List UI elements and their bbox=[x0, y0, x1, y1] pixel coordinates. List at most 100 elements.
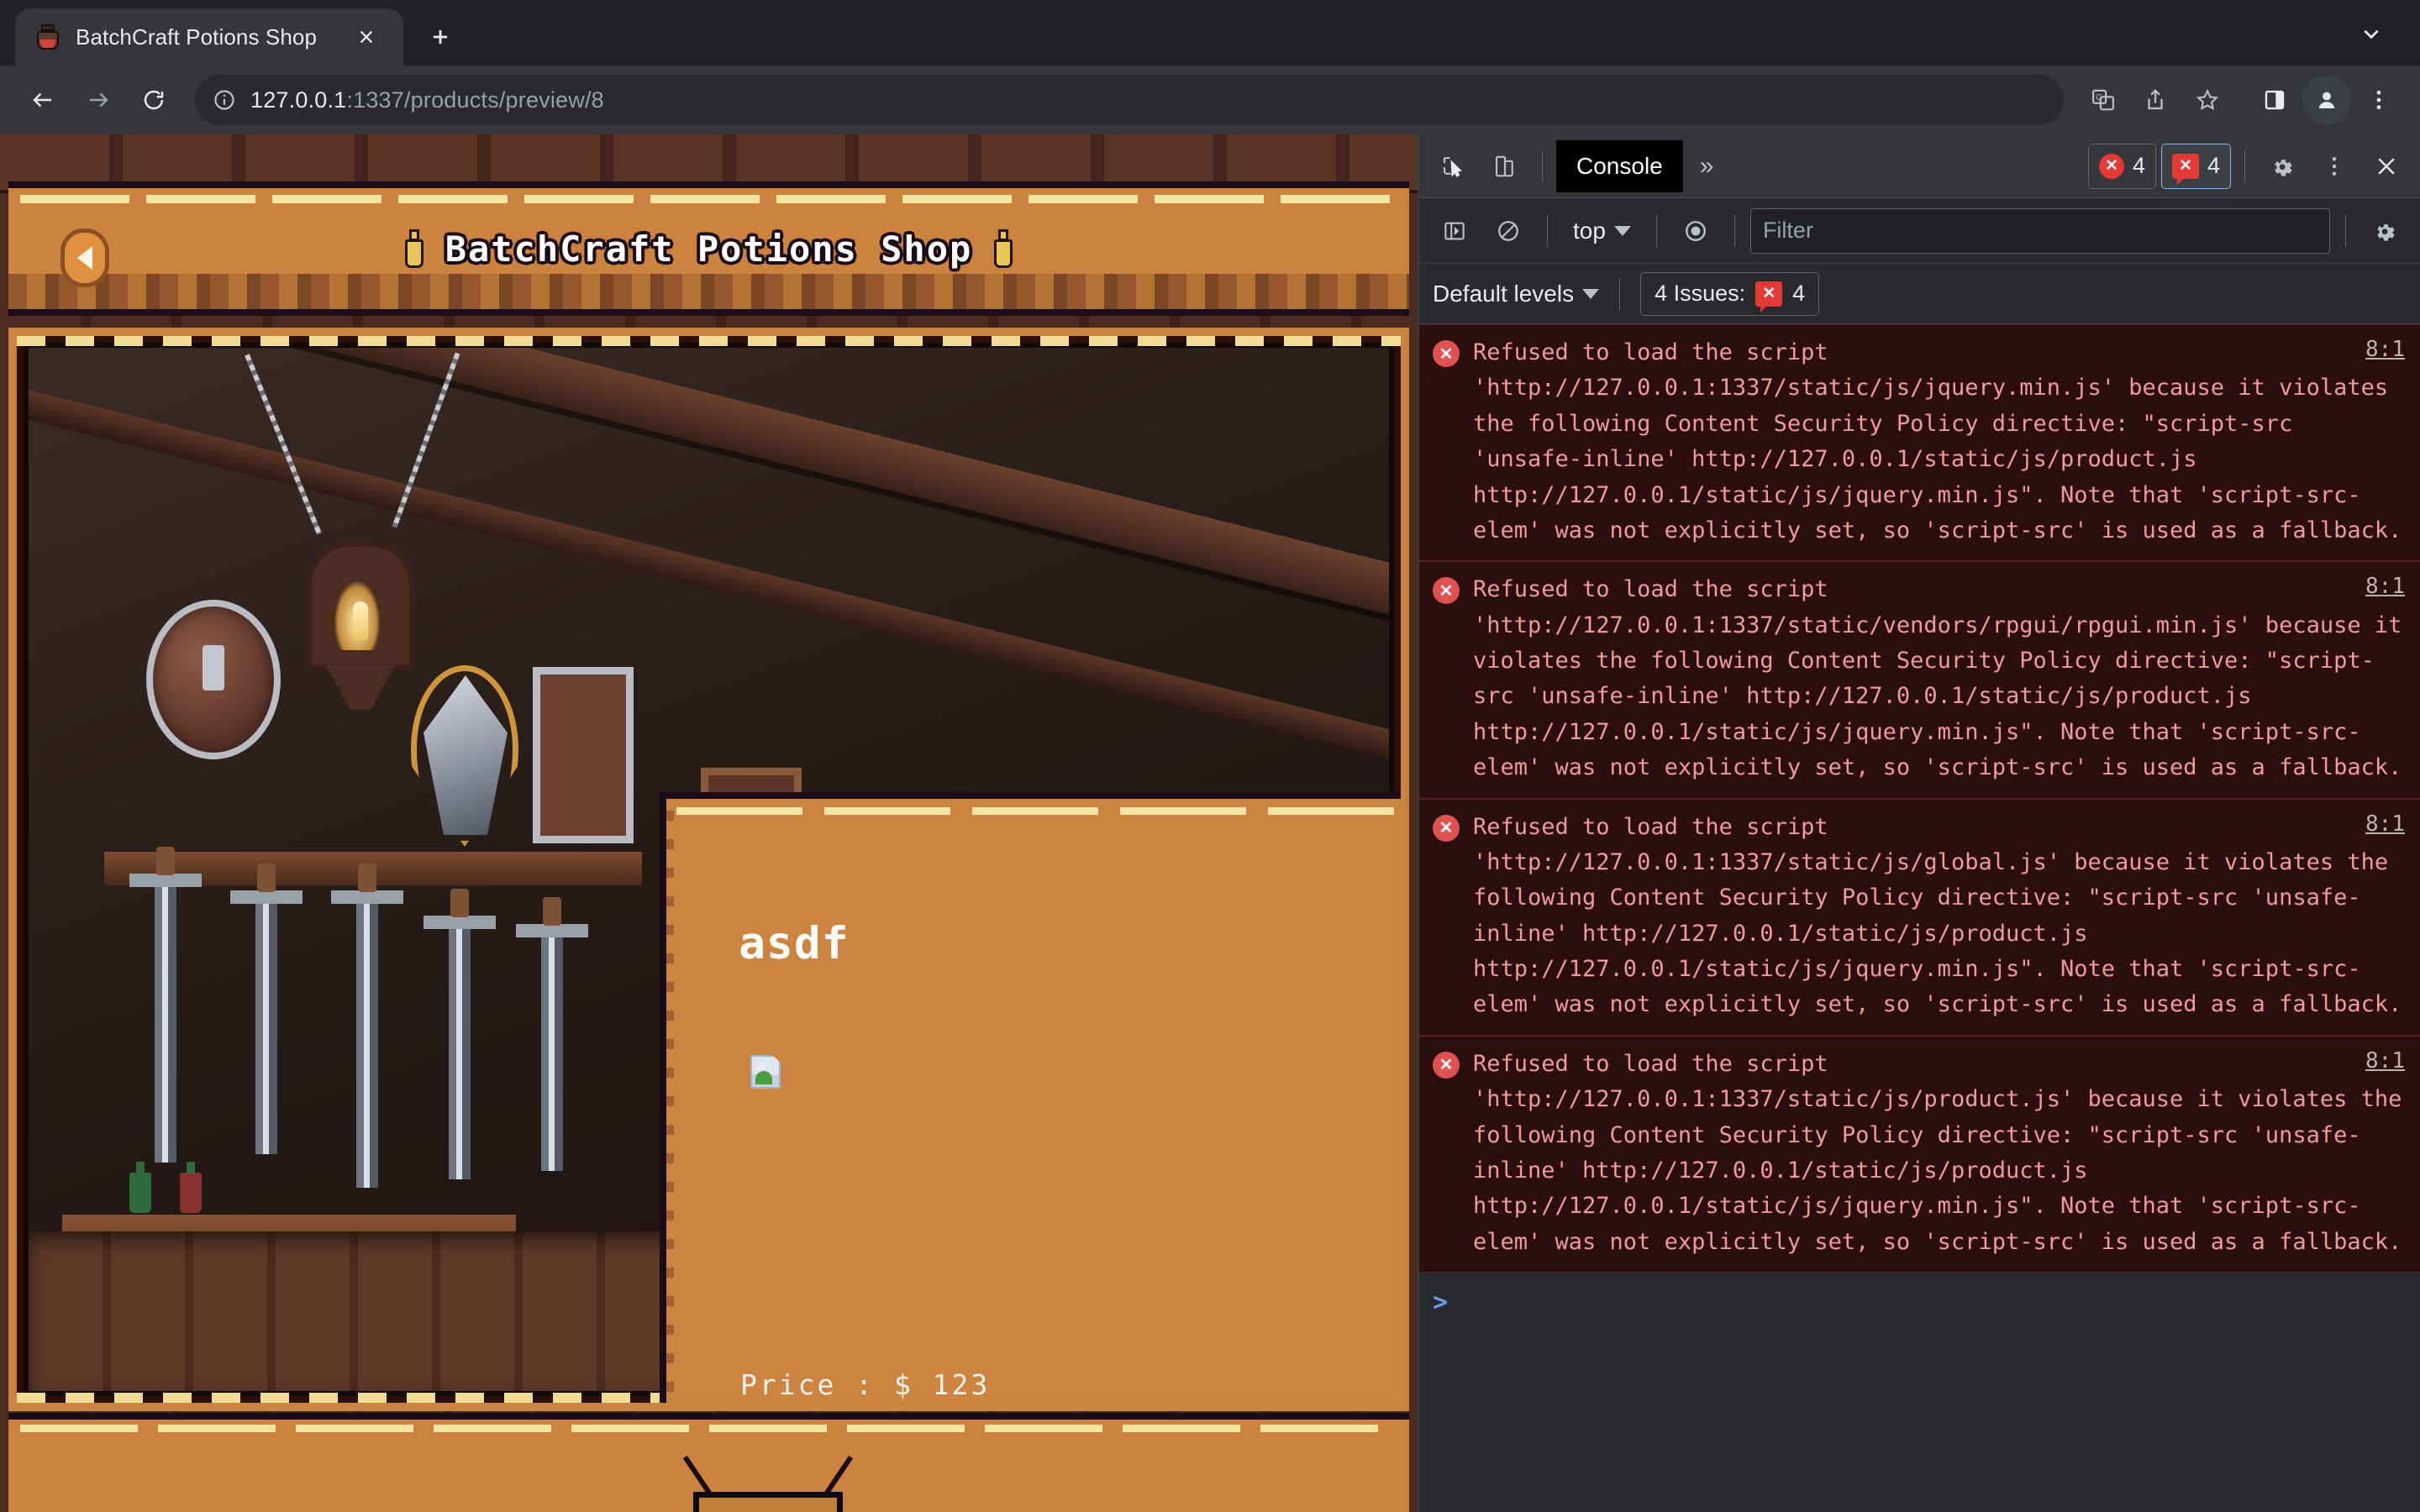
prompt-caret-icon: > bbox=[1433, 1288, 1449, 1317]
console-message-list[interactable]: ✕ Refused to load the script 'http://127… bbox=[1419, 324, 2420, 1512]
context-value: top bbox=[1573, 217, 1606, 244]
filter-input[interactable] bbox=[1749, 207, 2330, 254]
console-message[interactable]: ✕ Refused to load the script 'http://127… bbox=[1419, 324, 2420, 562]
console-sidebar-icon[interactable] bbox=[1431, 207, 1478, 255]
url-path: :1337/products/preview/8 bbox=[346, 87, 604, 113]
live-expression-icon[interactable] bbox=[1672, 207, 1719, 255]
translate-icon[interactable]: G bbox=[2079, 76, 2128, 124]
share-icon[interactable] bbox=[2131, 76, 2180, 124]
devtools-panel: Console » ✕ 4 ✕ 4 top Filter Default lev… bbox=[1418, 134, 2420, 1512]
console-settings-gear-icon[interactable] bbox=[2361, 207, 2408, 255]
device-toolbar-icon[interactable] bbox=[1481, 143, 1528, 190]
divider bbox=[1547, 214, 1548, 247]
gear-icon[interactable] bbox=[2259, 143, 2306, 190]
potion-icon-right bbox=[994, 229, 1013, 268]
error-icon: ✕ bbox=[1433, 572, 1461, 785]
broken-image-icon bbox=[750, 1055, 781, 1089]
open-sign-text: OPEN bbox=[722, 1509, 813, 1512]
chevron-down-icon bbox=[1582, 288, 1600, 299]
clear-console-icon[interactable] bbox=[1485, 207, 1532, 255]
console-message-text: Refused to load the script 'http://127.0… bbox=[1473, 576, 2416, 781]
chevron-down-icon[interactable] bbox=[2351, 15, 2391, 52]
shop-footer: OPEN bbox=[8, 1413, 1409, 1512]
error-count-badge[interactable]: ✕ 4 bbox=[2087, 143, 2156, 189]
devtools-tabbar: Console » ✕ 4 ✕ 4 bbox=[1419, 134, 2420, 198]
issue-count: 4 bbox=[2207, 153, 2220, 178]
issue-bubble-icon: ✕ bbox=[1755, 281, 1783, 312]
shield-decor-icon bbox=[146, 600, 281, 759]
reload-button[interactable] bbox=[128, 74, 180, 126]
console-prompt[interactable]: > bbox=[1419, 1273, 2420, 1332]
console-message[interactable]: ✕ Refused to load the script 'http://127… bbox=[1419, 1035, 2420, 1273]
console-message-text: Refused to load the script 'http://127.0… bbox=[1473, 813, 2402, 1018]
chevron-double-right-icon[interactable]: » bbox=[1688, 152, 1726, 181]
side-panel-icon[interactable] bbox=[2250, 76, 2299, 124]
console-message-source[interactable]: 8:1 bbox=[2365, 811, 2405, 837]
back-button[interactable] bbox=[17, 74, 69, 126]
console-message-text: Refused to load the script 'http://127.0… bbox=[1473, 339, 2402, 543]
console-message[interactable]: ✕ Refused to load the script 'http://127… bbox=[1419, 798, 2420, 1036]
url-host: 127.0.0.1 bbox=[250, 87, 347, 113]
error-icon: ✕ bbox=[1433, 1047, 1461, 1260]
browser-tab[interactable]: BatchCraft Potions Shop bbox=[15, 8, 403, 66]
console-message-source[interactable]: 8:1 bbox=[2365, 1048, 2405, 1074]
chevron-down-icon bbox=[1613, 225, 1631, 236]
inspect-element-icon[interactable] bbox=[1429, 143, 1476, 190]
divider bbox=[1619, 277, 1621, 310]
console-message-text: Refused to load the script 'http://127.0… bbox=[1473, 1050, 2416, 1255]
sword-decor-icon bbox=[230, 864, 302, 1154]
issues-button[interactable]: 4 Issues: ✕ 4 bbox=[1640, 271, 1820, 316]
close-icon[interactable] bbox=[2363, 143, 2410, 190]
sword-decor-icon bbox=[331, 864, 403, 1188]
chrome-menu-icon[interactable] bbox=[2354, 76, 2403, 124]
shop-title-text: BatchCraft Potions Shop bbox=[445, 228, 973, 270]
divider bbox=[1655, 214, 1657, 247]
product-detail-card: asdf Price : $ 123 Quantity : 1 Purchase bbox=[660, 792, 1401, 1403]
console-level-bar: Default levels 4 Issues: ✕ 4 bbox=[1419, 264, 2420, 324]
back-arrow-icon bbox=[77, 246, 92, 270]
log-levels-value: Default levels bbox=[1433, 280, 1575, 307]
toolbar-actions: G bbox=[2079, 76, 2403, 124]
back-arrow-button[interactable] bbox=[60, 228, 109, 287]
info-circle-icon[interactable] bbox=[210, 86, 239, 114]
sword-decor-icon bbox=[424, 889, 496, 1179]
dots-vertical-icon[interactable] bbox=[2311, 143, 2358, 190]
browser-window: BatchCraft Potions Shop 127.0.0.1:1337/p… bbox=[0, 0, 2420, 1512]
web-page: BatchCraft Potions Shop asdf Price: $ 1… bbox=[0, 134, 1418, 1512]
console-message-source[interactable]: 8:1 bbox=[2365, 337, 2405, 362]
issues-label: 4 Issues: bbox=[1655, 281, 1746, 306]
viewport: BatchCraft Potions Shop asdf Price: $ 1… bbox=[0, 134, 2420, 1512]
tab-strip: BatchCraft Potions Shop bbox=[0, 0, 2420, 66]
console-message-source[interactable]: 8:1 bbox=[2365, 574, 2405, 599]
browser-toolbar: 127.0.0.1:1337/products/preview/8 G bbox=[0, 66, 2420, 134]
console-message[interactable]: ✕ Refused to load the script 'http://127… bbox=[1419, 561, 2420, 799]
divider bbox=[1733, 214, 1735, 247]
page-title: BatchCraft Potions Shop bbox=[404, 228, 1013, 270]
error-count: 4 bbox=[2132, 153, 2145, 178]
address-bar[interactable]: 127.0.0.1:1337/products/preview/8 bbox=[195, 75, 2064, 125]
bookmark-star-icon[interactable] bbox=[2183, 76, 2232, 124]
product-name: asdf bbox=[739, 918, 850, 969]
potion-bottle-icon bbox=[34, 23, 62, 51]
log-levels-selector[interactable]: Default levels bbox=[1433, 280, 1600, 307]
error-circle-icon: ✕ bbox=[2098, 153, 2124, 179]
issue-count-badge[interactable]: ✕ 4 bbox=[2160, 143, 2231, 189]
profile-avatar[interactable] bbox=[2302, 76, 2351, 124]
tab-close-icon[interactable] bbox=[348, 18, 385, 55]
forward-button[interactable] bbox=[72, 74, 124, 126]
tab-title: BatchCraft Potions Shop bbox=[76, 24, 318, 50]
divider bbox=[2244, 150, 2245, 182]
error-icon: ✕ bbox=[1433, 335, 1461, 549]
lantern-decor-icon bbox=[306, 541, 415, 709]
tab-console[interactable]: Console bbox=[1556, 139, 1683, 192]
product-price: Price : $ 123 bbox=[740, 1368, 991, 1401]
context-selector[interactable]: top bbox=[1563, 218, 1641, 244]
address-bar-url: 127.0.0.1:1337/products/preview/8 bbox=[250, 87, 2049, 113]
issue-bubble-icon: ✕ bbox=[2171, 153, 2199, 185]
svg-text:G: G bbox=[2096, 93, 2102, 102]
console-filter-bar: top bbox=[1419, 198, 2420, 264]
divider bbox=[2345, 214, 2346, 247]
new-tab-button[interactable] bbox=[415, 12, 466, 62]
sword-decor-icon bbox=[129, 847, 202, 1163]
error-icon: ✕ bbox=[1433, 810, 1461, 1023]
